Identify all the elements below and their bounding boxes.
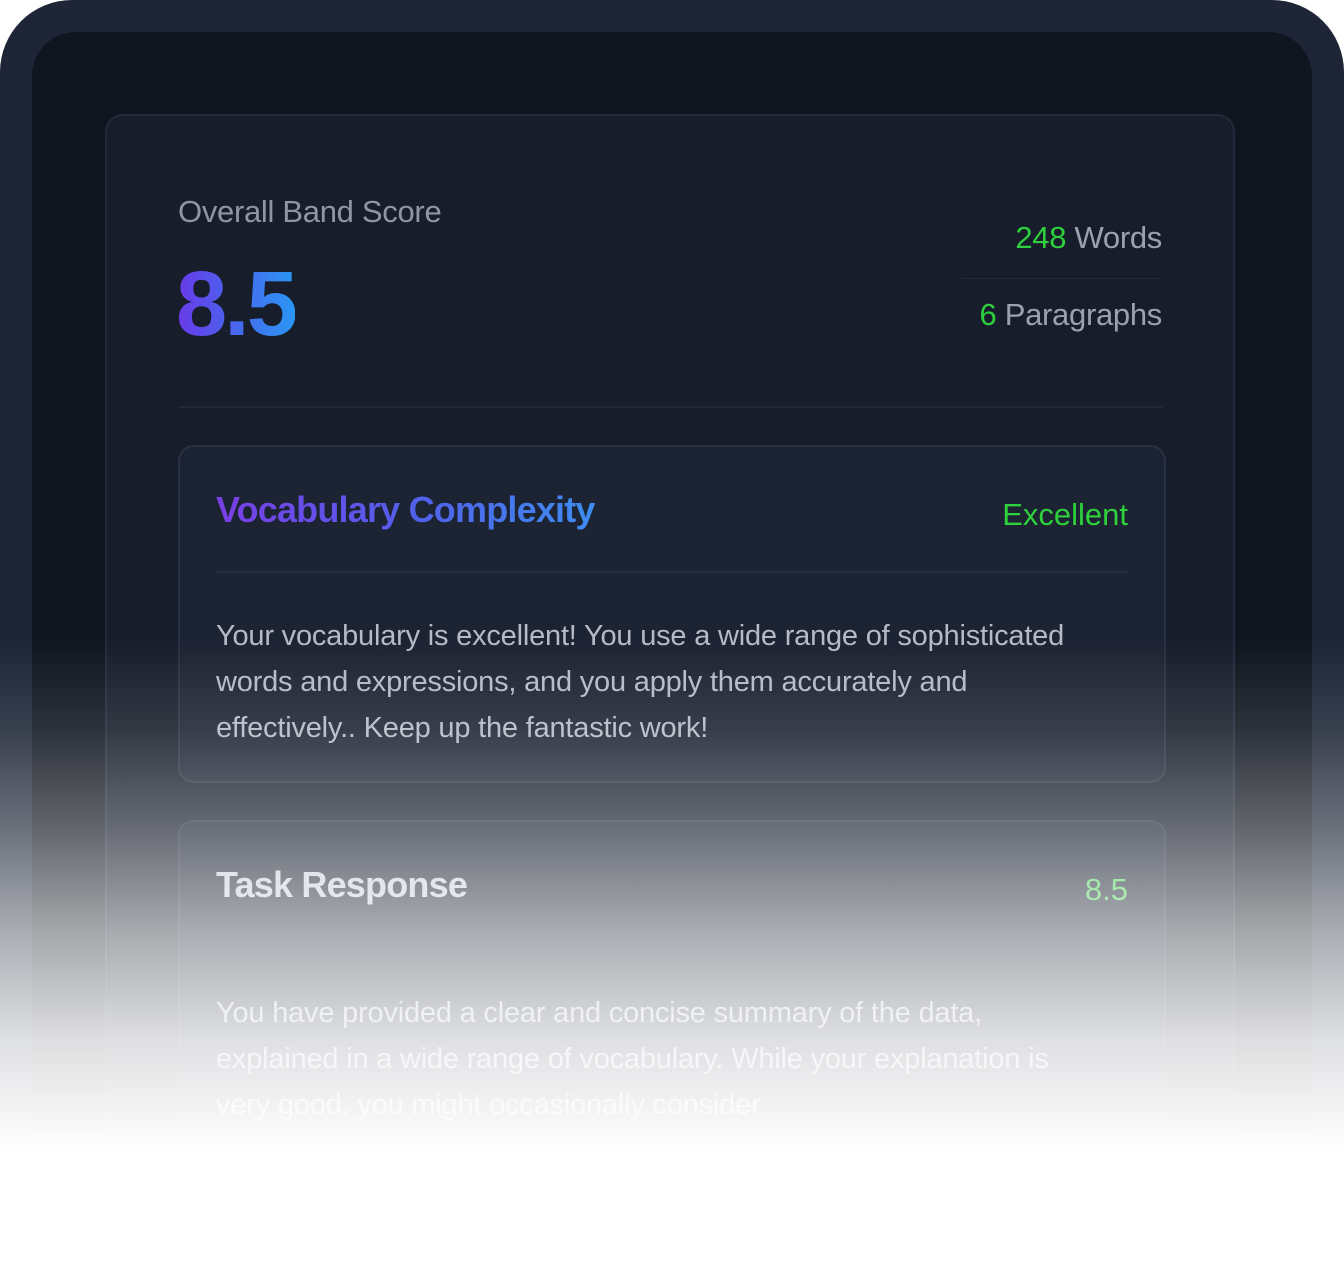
paragraph-count-number: 6 — [979, 297, 997, 332]
card-title: Task Response — [216, 864, 468, 905]
card-feedback-text: You have provided a clear and concise su… — [216, 997, 1049, 1121]
word-count-unit: Words — [1066, 220, 1162, 255]
card-score-badge: 8.5 — [1084, 872, 1128, 907]
device-screen: Overall Band Score 8.5 248 Words 6 Parag… — [32, 32, 1312, 1272]
vocabulary-complexity-card: Vocabulary Complexity Excellent Your voc… — [178, 445, 1166, 783]
card-title: Vocabulary Complexity — [216, 489, 595, 530]
essay-stats: 248 Words 6 Paragraphs — [962, 220, 1162, 333]
overall-band-score-label: Overall Band Score — [178, 194, 442, 229]
overall-band-score-value: 8.5 — [176, 253, 298, 355]
stats-divider — [962, 278, 1162, 279]
card-feedback-text: Your vocabulary is excellent! You use a … — [216, 620, 1065, 744]
device-frame: Overall Band Score 8.5 248 Words 6 Parag… — [0, 0, 1344, 1272]
word-count: 248 Words — [962, 220, 1162, 268]
word-count-number: 248 — [1015, 220, 1067, 255]
card-rating-badge: Excellent — [1002, 497, 1128, 532]
card-divider — [216, 571, 1128, 573]
paragraph-count: 6 Paragraphs — [962, 297, 1162, 333]
task-response-card: Task Response 8.5 You have provided a cl… — [178, 820, 1166, 1240]
header-divider — [178, 406, 1162, 408]
paragraph-count-unit: Paragraphs — [996, 297, 1163, 332]
results-panel: Overall Band Score 8.5 248 Words 6 Parag… — [105, 114, 1235, 1272]
